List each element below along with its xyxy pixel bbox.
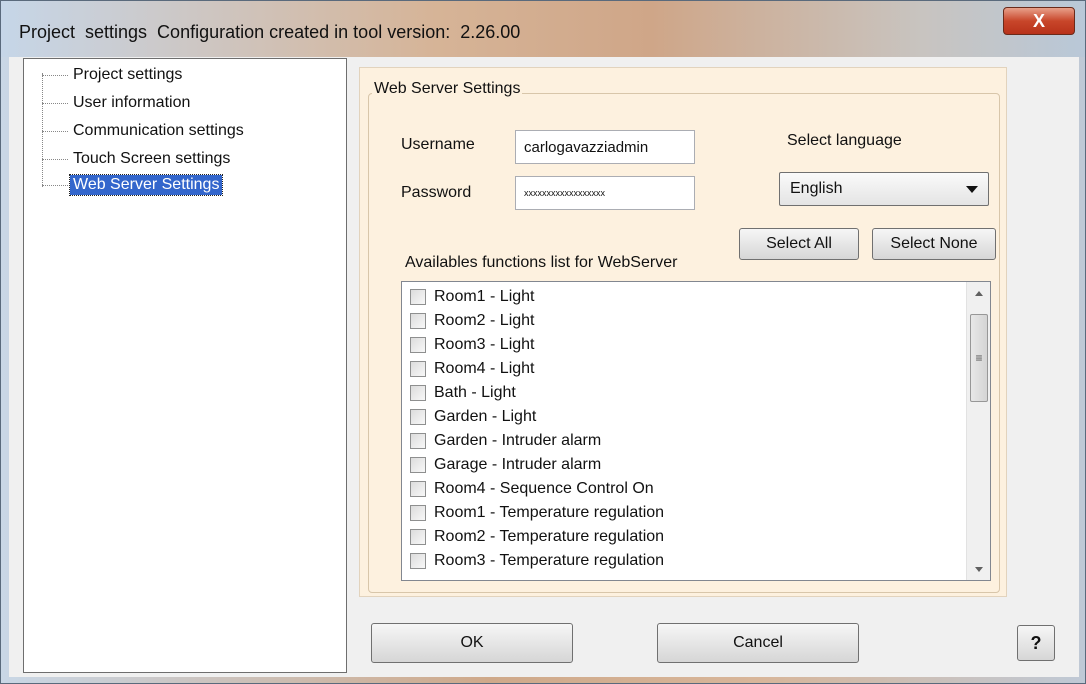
settings-tree: Project settings User information Commun… <box>23 58 347 673</box>
list-item[interactable]: Room3 - Light <box>410 334 535 356</box>
functions-listbox[interactable]: Room1 - Light Room2 - Light Room3 - Ligh… <box>401 281 991 581</box>
checkbox[interactable] <box>410 361 426 377</box>
functions-list-label: Availables functions list for WebServer <box>405 254 678 271</box>
project-settings-window: Project settings Configuration created i… <box>0 0 1086 684</box>
title-bar[interactable]: Project settings Configuration created i… <box>1 1 1085 57</box>
close-icon: X <box>1032 10 1045 31</box>
tree-item-label: Web Server Settings <box>68 174 224 196</box>
list-item-label: Room3 - Light <box>434 336 535 353</box>
checkbox[interactable] <box>410 481 426 497</box>
scroll-down-icon[interactable] <box>975 567 983 572</box>
list-item[interactable]: Garage - Intruder alarm <box>410 454 601 476</box>
language-select[interactable]: English <box>779 172 989 206</box>
checkbox[interactable] <box>410 337 426 353</box>
list-item-label: Room1 - Temperature regulation <box>434 504 665 521</box>
vertical-scrollbar[interactable]: ≡ <box>966 282 990 580</box>
checkbox[interactable] <box>410 385 426 401</box>
checkbox[interactable] <box>410 409 426 425</box>
list-item[interactable]: Room1 - Temperature regulation <box>410 502 664 524</box>
list-item-label: Garden - Light <box>434 408 537 425</box>
list-item-label: Garden - Intruder alarm <box>434 432 602 449</box>
help-button[interactable]: ? <box>1017 625 1055 661</box>
list-item[interactable]: Room4 - Light <box>410 358 535 380</box>
list-item-label: Bath - Light <box>434 384 516 401</box>
list-item-label: Room2 - Light <box>434 312 535 329</box>
list-item[interactable]: Garden - Intruder alarm <box>410 430 601 452</box>
list-item[interactable]: Room4 - Sequence Control On <box>410 478 654 500</box>
groupbox-title: Web Server Settings <box>372 80 523 98</box>
select-none-button[interactable]: Select None <box>872 228 996 260</box>
tree-item-user-information[interactable]: User information <box>36 91 193 115</box>
list-item-label: Room1 - Light <box>434 288 535 305</box>
chevron-down-icon <box>966 186 978 193</box>
list-item-label: Garage - Intruder alarm <box>434 456 602 473</box>
checkbox[interactable] <box>410 529 426 545</box>
tree-item-label: Communication settings <box>73 122 244 139</box>
close-button[interactable]: X <box>1003 7 1075 35</box>
scrollbar-thumb[interactable]: ≡ <box>970 314 988 402</box>
list-item-label: Room4 - Sequence Control On <box>434 480 654 497</box>
password-field[interactable]: xxxxxxxxxxxxxxxxxx <box>515 176 695 210</box>
checkbox[interactable] <box>410 433 426 449</box>
list-item[interactable]: Room1 - Light <box>410 286 535 308</box>
tree-item-label: Project settings <box>73 66 183 83</box>
list-item-label: Room4 - Light <box>434 360 535 377</box>
language-select-value: English <box>790 180 843 197</box>
checkbox[interactable] <box>410 289 426 305</box>
checkbox[interactable] <box>410 505 426 521</box>
web-server-panel: Username carlogavazziadmin Password xxxx… <box>359 67 1007 597</box>
select-all-button[interactable]: Select All <box>739 228 859 260</box>
list-item[interactable]: Garden - Light <box>410 406 536 428</box>
web-server-groupbox: Username carlogavazziadmin Password xxxx… <box>368 93 1000 593</box>
list-item-label: Room2 - Temperature regulation <box>434 528 665 545</box>
tree-item-label: Touch Screen settings <box>73 150 231 167</box>
list-item[interactable]: Room2 - Light <box>410 310 535 332</box>
scroll-up-icon[interactable] <box>975 291 983 296</box>
window-title: Project settings Configuration created i… <box>19 22 521 42</box>
tree-item-touch-screen-settings[interactable]: Touch Screen settings <box>36 147 233 171</box>
dialog-client-area: Project settings User information Commun… <box>9 57 1079 677</box>
password-label: Password <box>401 184 472 201</box>
checkbox[interactable] <box>410 457 426 473</box>
checkbox[interactable] <box>410 553 426 569</box>
ok-button[interactable]: OK <box>371 623 573 663</box>
list-item[interactable]: Bath - Light <box>410 382 516 404</box>
tree-item-web-server-settings[interactable]: Web Server Settings <box>36 173 224 197</box>
select-language-label: Select language <box>787 132 902 149</box>
username-field[interactable]: carlogavazziadmin <box>515 130 695 164</box>
tree-item-communication-settings[interactable]: Communication settings <box>36 119 247 143</box>
checkbox[interactable] <box>410 313 426 329</box>
list-item[interactable]: Room3 - Temperature regulation <box>410 550 664 572</box>
tree-item-label: User information <box>73 94 191 111</box>
list-item-label: Room3 - Temperature regulation <box>434 552 665 569</box>
username-label: Username <box>401 136 475 153</box>
cancel-button[interactable]: Cancel <box>657 623 859 663</box>
list-item[interactable]: Room2 - Temperature regulation <box>410 526 664 548</box>
tree-item-project-settings[interactable]: Project settings <box>36 63 185 87</box>
